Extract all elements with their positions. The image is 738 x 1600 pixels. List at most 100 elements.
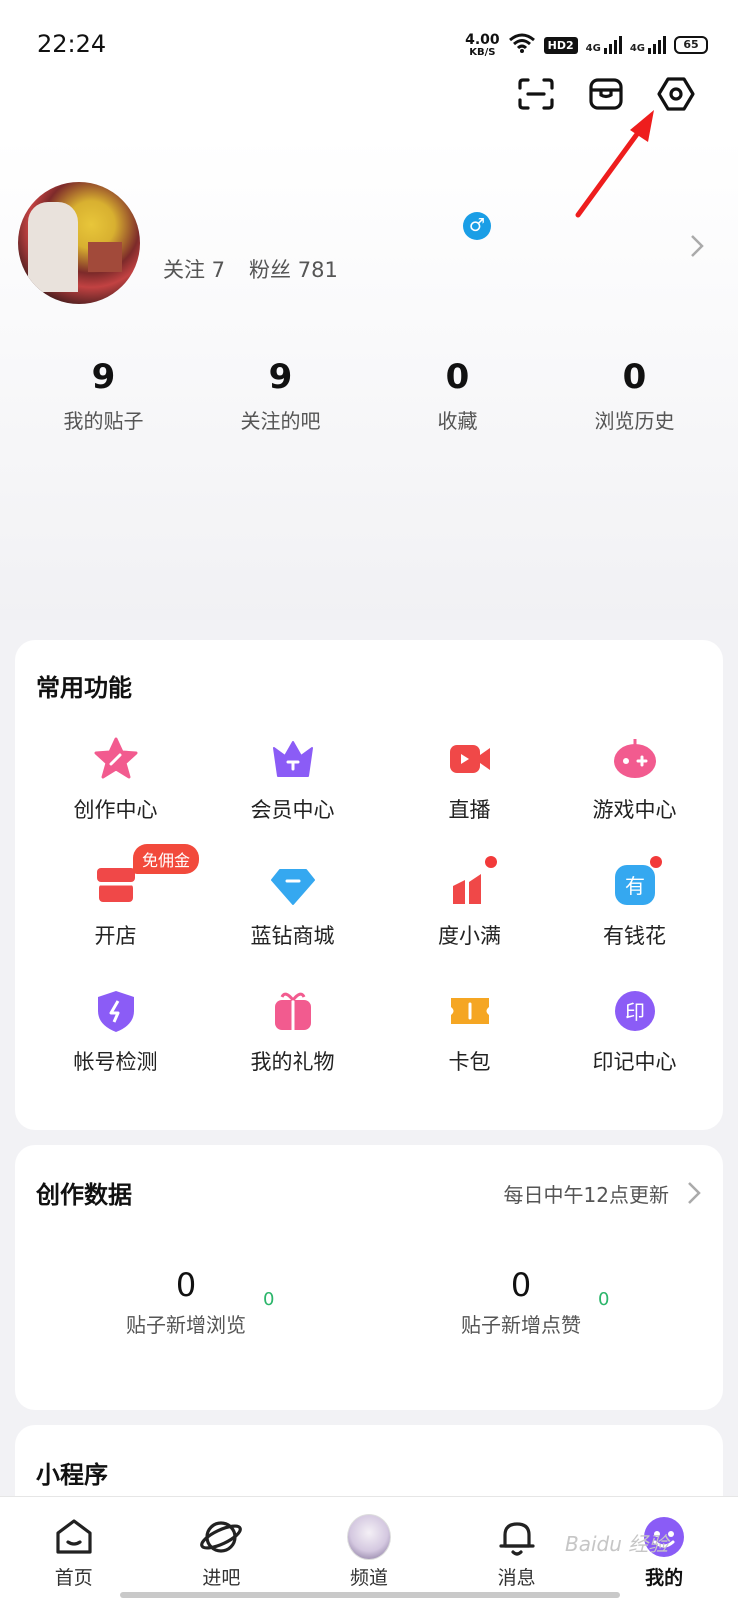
you-glyph: 有 — [625, 874, 645, 898]
stat-label: 收藏 — [437, 409, 478, 433]
video-camera-icon — [447, 736, 493, 782]
metric-value: 0 — [510, 1266, 532, 1304]
battery-indicator: 65 — [674, 36, 708, 54]
commission-free-badge: 免佣金 — [133, 844, 200, 874]
planet-icon — [199, 1515, 243, 1559]
update-note[interactable]: 每日中午12点更新 — [504, 1179, 669, 1208]
function-label: 帐号检测 — [73, 1050, 158, 1074]
common-functions-card: 常用功能 创作中心 会员中心 直播 游戏中心 免佣金 开店 蓝钻商城 度小满 有… — [15, 640, 723, 1130]
seal-icon: 印 — [612, 988, 658, 1034]
nav-channel[interactable]: 频道 — [295, 1497, 443, 1600]
signal-4g-2-label: 4G — [629, 43, 645, 54]
metric-label: 贴子新增点赞 — [461, 1313, 581, 1337]
home-icon — [52, 1515, 96, 1559]
stat-my-posts[interactable]: 9 我的贴子 — [15, 355, 192, 434]
function-label: 我的礼物 — [250, 1050, 335, 1074]
you-icon: 有 — [612, 856, 662, 908]
creation-data-chevron-right-icon[interactable] — [687, 1181, 701, 1209]
function-my-gifts[interactable]: 我的礼物 — [204, 988, 381, 1076]
stat-favorites[interactable]: 0 收藏 — [369, 355, 546, 434]
nav-enter-bar[interactable]: 进吧 — [148, 1497, 296, 1600]
stat-followed-bars[interactable]: 9 关注的吧 — [192, 355, 369, 434]
shield-icon — [93, 988, 139, 1034]
wifi-icon — [508, 32, 536, 58]
shop-icon — [93, 862, 139, 908]
function-open-shop[interactable]: 免佣金 开店 — [27, 844, 204, 950]
crown-icon — [270, 736, 316, 782]
nav-home[interactable]: 首页 — [0, 1497, 148, 1600]
stat-value: 9 — [91, 357, 116, 397]
net-speed: 4.00 KB/S — [465, 33, 500, 58]
home-indicator[interactable] — [120, 1592, 620, 1598]
net-speed-value: 4.00 — [465, 31, 500, 48]
stat-value: 0 — [445, 357, 470, 397]
star-pen-icon — [93, 736, 139, 782]
nav-label: 消息 — [497, 1567, 536, 1589]
function-account-check[interactable]: 帐号检测 — [27, 988, 204, 1076]
nav-label: 我的 — [645, 1567, 684, 1589]
function-label: 有钱花 — [603, 924, 666, 948]
function-live[interactable]: 直播 — [381, 736, 558, 824]
metric-delta: 0 — [598, 1289, 610, 1310]
mini-programs-title: 小程序 — [36, 1461, 108, 1489]
function-label: 度小满 — [438, 924, 501, 948]
channel-avatar — [346, 1514, 391, 1560]
ticket-icon — [447, 988, 493, 1034]
function-label: 游戏中心 — [592, 798, 677, 822]
signal-bars-icon — [603, 36, 622, 54]
metric-delta: 0 — [263, 1289, 275, 1310]
function-label: 蓝钻商城 — [250, 924, 335, 948]
creation-data-title: 创作数据 — [36, 1181, 132, 1209]
status-icons: 4.00 KB/S HD2 4G 4G 65 — [465, 32, 708, 58]
nav-label: 首页 — [54, 1567, 93, 1589]
metric-new-views[interactable]: 0 0 贴子新增浏览 — [56, 1265, 316, 1338]
gift-icon — [270, 988, 316, 1034]
signal-4g-1-label: 4G — [585, 43, 601, 54]
avatar-gift-box — [88, 242, 122, 272]
signal-4g-2: 4G — [630, 36, 666, 54]
avatar-figure — [28, 202, 78, 292]
bell-icon — [495, 1515, 539, 1559]
metric-label: 贴子新增浏览 — [126, 1313, 246, 1337]
stat-label: 浏览历史 — [594, 409, 675, 433]
function-du-xiaoman[interactable]: 度小满 — [381, 856, 558, 950]
channel-avatar-wrap — [346, 1514, 391, 1560]
diamond-icon — [270, 862, 316, 908]
hd-badge: HD2 — [543, 36, 578, 54]
avatar[interactable] — [18, 182, 140, 304]
baidu-watermark: Baidu 经验 — [565, 1532, 669, 1556]
signal-4g-1: 4G — [586, 36, 622, 54]
stat-value: 9 — [268, 357, 293, 397]
scan-icon — [518, 78, 554, 110]
function-label: 卡包 — [448, 1050, 491, 1074]
function-youqianhua[interactable]: 有 有钱花 — [546, 856, 723, 950]
stats-row: 9 我的贴子 9 关注的吧 0 收藏 0 浏览历史 — [15, 355, 723, 434]
stat-history[interactable]: 0 浏览历史 — [546, 355, 723, 434]
function-card-wallet[interactable]: 卡包 — [381, 988, 558, 1076]
following-count[interactable]: 关注 7 — [163, 254, 225, 284]
stat-label: 我的贴子 — [63, 409, 144, 433]
stat-label: 关注的吧 — [240, 409, 321, 433]
scan-button[interactable] — [514, 72, 558, 116]
function-blue-diamond-mall[interactable]: 蓝钻商城 — [204, 862, 381, 950]
fans-count[interactable]: 粉丝 781 — [249, 254, 338, 284]
function-creation-center[interactable]: 创作中心 — [27, 736, 204, 824]
seal-glyph: 印 — [625, 1000, 645, 1024]
function-label: 创作中心 — [73, 798, 158, 822]
metric-new-likes[interactable]: 0 0 贴子新增点赞 — [391, 1265, 651, 1338]
function-seal-center[interactable]: 印 印记中心 — [546, 988, 723, 1076]
function-label: 印记中心 — [592, 1050, 677, 1074]
profile-chevron-right-icon[interactable] — [690, 234, 704, 262]
creation-data-card: 创作数据 每日中午12点更新 0 0 贴子新增浏览 0 0 贴子新增点赞 — [15, 1145, 723, 1410]
annotation-arrow — [575, 110, 654, 218]
chart-icon — [447, 856, 497, 908]
status-time: 22:24 — [37, 30, 107, 58]
nav-label: 进吧 — [202, 1567, 241, 1589]
function-game-center[interactable]: 游戏中心 — [546, 736, 723, 824]
nav-label: 频道 — [349, 1567, 388, 1589]
stat-value: 0 — [622, 357, 647, 397]
gamepad-icon — [612, 736, 658, 782]
function-member-center[interactable]: 会员中心 — [204, 736, 381, 824]
net-speed-unit: KB/S — [469, 46, 496, 58]
function-label: 直播 — [448, 798, 491, 822]
